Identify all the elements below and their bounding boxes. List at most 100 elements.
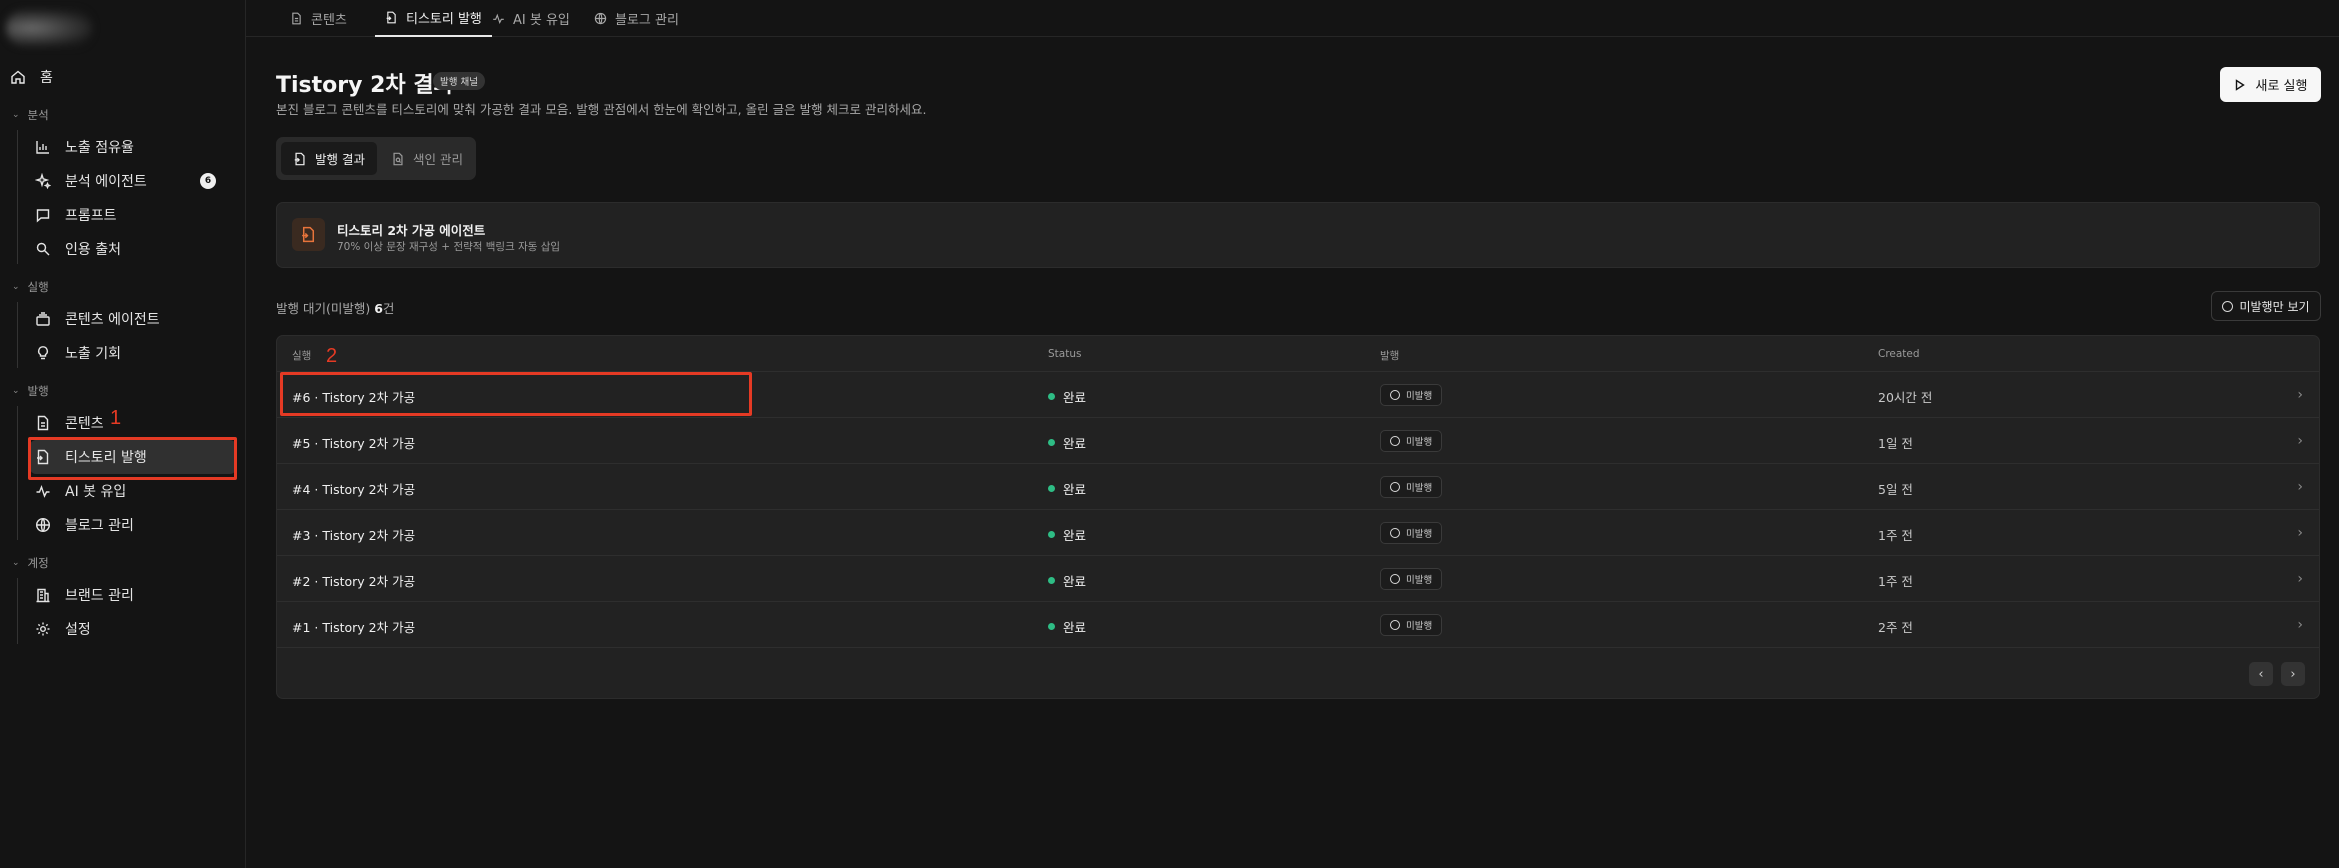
bar-chart-icon [36,141,49,154]
chevron-right-icon[interactable]: › [2297,433,2303,449]
tab-label: AI 봇 유입 [513,13,570,28]
agent-icon [292,218,325,251]
tab-ai-bot-traffic[interactable]: AI 봇 유입 [492,0,570,37]
new-run-button[interactable]: 새로 실행 [2220,67,2321,102]
tab-tistory-publish[interactable]: 티스토리 발행 [375,0,492,37]
sidebar-item-label: 콘텐츠 [65,416,104,432]
building-icon [36,588,50,603]
section-execution[interactable]: ⌄ 실행 [12,279,49,295]
run-name: #2 · Tistory 2차 가공 [292,574,416,589]
sidebar-item-home[interactable]: 홈 [10,64,53,90]
chevron-right-icon[interactable]: › [2297,479,2303,495]
publish-label: 미발행 [1406,391,1433,402]
chevron-right-icon[interactable]: › [2297,387,2303,403]
table-row[interactable]: #2 · Tistory 2차 가공 완료 미발행 1주 전 › [277,556,2319,602]
activity-icon [36,484,50,498]
prev-page-button[interactable]: ‹ [2249,662,2273,686]
status-label: 완료 [1063,528,1087,543]
unpublished-filter-button[interactable]: 미발행만 보기 [2211,291,2321,321]
status-cell: 완료 [1048,433,1086,452]
chevron-right-icon[interactable]: › [2297,525,2303,541]
column-header-created[interactable]: Created [1878,348,1920,360]
publish-toggle[interactable]: 미발행 [1380,384,1443,406]
status-label: 완료 [1063,574,1087,589]
table-row[interactable]: #3 · Tistory 2차 가공 완료 미발행 1주 전 › [277,510,2319,556]
status-dot-icon [1048,485,1055,492]
table-row[interactable]: #4 · Tistory 2차 가공 완료 미발행 5일 전 › [277,464,2319,510]
column-header-run: 실행 [292,350,312,362]
sidebar-item-prompts[interactable]: 프롬프트 [30,198,236,232]
publish-label: 미발행 [1406,483,1433,494]
pending-number: 6 [374,301,383,316]
sidebar-item-label: 프롬프트 [65,208,117,224]
chevron-right-icon[interactable]: › [2297,571,2303,587]
annotation-number-1: 1 [110,407,122,429]
tab-contents[interactable]: 콘텐츠 [290,0,347,37]
status-dot-icon [1048,577,1055,584]
sidebar-item-label: 설정 [65,622,91,638]
section-analysis[interactable]: ⌄ 분석 [12,107,49,123]
sidebar-item-brand-manage[interactable]: 브랜드 관리 [30,578,236,612]
table-header: 실행 Status 발행 Created [277,336,2319,372]
agent-name: 티스토리 2차 가공 에이전트 [337,223,486,238]
sidebar-item-citations[interactable]: 인용 출처 [30,232,236,266]
created-time: 1주 전 [1878,528,1913,543]
file-export-icon [294,152,305,165]
next-page-button[interactable]: › [2281,662,2305,686]
layers-icon [36,312,50,326]
run-name: #4 · Tistory 2차 가공 [292,482,416,497]
status-cell: 완료 [1048,479,1086,498]
sidebar-item-blog-manage[interactable]: 블로그 관리 [30,508,236,542]
status-label: 완료 [1063,620,1087,635]
status-cell: 완료 [1048,387,1086,406]
tab-index-manage[interactable]: 색인 관리 [379,142,475,175]
publish-toggle[interactable]: 미발행 [1380,568,1443,590]
publish-toggle[interactable]: 미발행 [1380,522,1443,544]
sidebar: 홈 ⌄ 분석 노출 점유율 분석 에이전트 6 프롬프트 인용 출처 ⌄ 실행 … [0,0,246,868]
created-time: 1일 전 [1878,436,1913,451]
globe-icon [594,12,607,25]
annotation-box-2 [280,372,752,416]
circle-icon [2222,300,2234,312]
section-line [17,406,18,540]
tab-label: 티스토리 발행 [406,12,482,27]
run-name: #3 · Tistory 2차 가공 [292,528,416,543]
annotation-box-1 [28,437,237,480]
publish-toggle[interactable]: 미발행 [1380,476,1443,498]
sidebar-item-content-agent[interactable]: 콘텐츠 에이전트 [30,302,236,336]
section-publish[interactable]: ⌄ 발행 [12,383,49,399]
file-export-icon [386,11,396,24]
publish-toggle[interactable]: 미발행 [1380,614,1443,636]
sidebar-item-label: AI 봇 유입 [65,484,127,500]
pending-count: 발행 대기(미발행) 6건 [276,298,394,317]
chevron-left-icon: ‹ [2258,666,2264,682]
sidebar-item-exposure-share[interactable]: 노출 점유율 [30,130,236,164]
column-header-status[interactable]: Status [1048,348,1081,360]
brand-logo[interactable] [6,10,92,46]
created-time: 1주 전 [1878,574,1913,589]
file-icon [292,12,301,25]
top-tab-bar: 콘텐츠 티스토리 발행 AI 봇 유입 블로그 관리 [246,0,2339,37]
status-dot-icon [1048,439,1055,446]
sidebar-item-contents[interactable]: 콘텐츠 [30,406,236,440]
publish-label: 미발행 [1406,575,1433,586]
sparkle-icon [35,173,51,189]
lightbulb-icon [38,346,48,360]
sidebar-item-settings[interactable]: 설정 [30,612,236,646]
table-row[interactable]: #1 · Tistory 2차 가공 완료 미발행 2주 전 › [277,602,2319,648]
table-row[interactable]: #5 · Tistory 2차 가공 완료 미발행 1일 전 › [277,418,2319,464]
sidebar-item-label: 콘텐츠 에이전트 [65,312,160,328]
tab-publish-results[interactable]: 발행 결과 [281,142,377,175]
tab-blog-manage[interactable]: 블로그 관리 [594,0,679,37]
file-icon [37,415,49,431]
sidebar-item-exposure-opportunity[interactable]: 노출 기회 [30,336,236,370]
section-account[interactable]: ⌄ 계정 [12,555,49,571]
home-icon [11,70,25,84]
sidebar-item-label: 인용 출처 [65,242,121,258]
column-header-publish: 발행 [1380,350,1400,362]
chevron-right-icon[interactable]: › [2297,617,2303,633]
sidebar-item-analysis-agent[interactable]: 분석 에이전트 6 [30,164,236,198]
publish-toggle[interactable]: 미발행 [1380,430,1443,452]
status-label: 완료 [1063,482,1087,497]
circle-icon [1390,620,1400,630]
